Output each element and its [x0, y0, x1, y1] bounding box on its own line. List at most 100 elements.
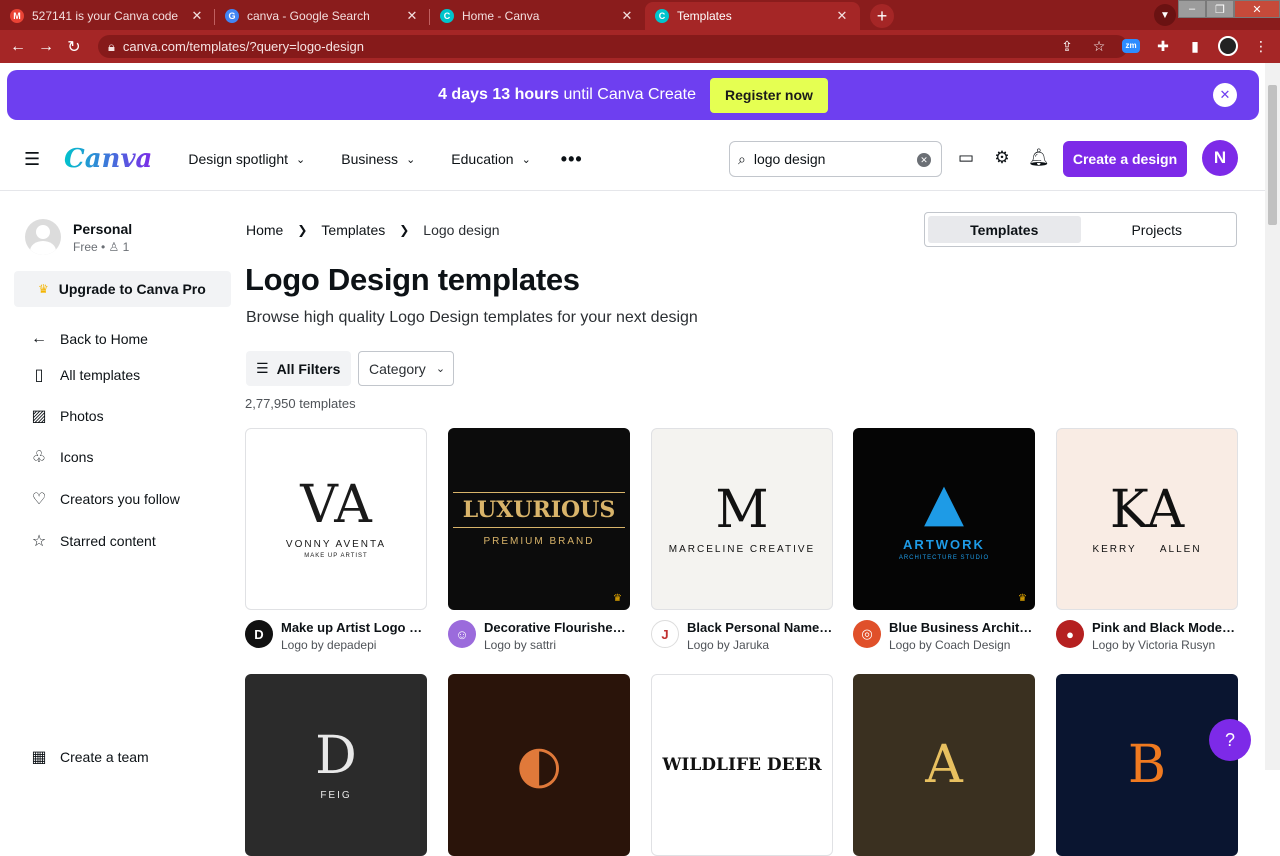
register-now-button[interactable]: Register now: [710, 77, 828, 113]
breadcrumb-templates[interactable]: Templates: [321, 222, 385, 238]
sidebar-item-label: Photos: [60, 408, 104, 424]
template-creator[interactable]: Logo by Jaruka: [687, 638, 833, 652]
nav-design-spotlight[interactable]: Design spotlight ⌄: [188, 151, 305, 167]
more-icon[interactable]: •••: [561, 149, 583, 170]
browser-tab-active[interactable]: C Templates ✕: [645, 2, 860, 30]
sidebar-item-starred[interactable]: ☆ Starred content: [30, 531, 156, 551]
sidebar-item-create-team[interactable]: ▦ Create a team: [30, 747, 148, 767]
template-card[interactable]: VA VONNY AVENTA MAKE UP ARTIST: [245, 428, 427, 610]
sidepanel-icon[interactable]: ▮: [1186, 38, 1204, 55]
page-scrollbar[interactable]: [1265, 63, 1280, 770]
hamburger-menu-icon[interactable]: ☰: [24, 149, 42, 170]
nav-education[interactable]: Education ⌄: [451, 151, 531, 167]
template-title[interactable]: Blue Business Architecture Logo: [889, 620, 1035, 635]
desktop-app-icon[interactable]: ▭: [956, 148, 976, 168]
browser-tab[interactable]: M 527141 is your Canva code - real ✕: [0, 2, 215, 30]
template-meta[interactable]: J Black Personal Name Initials Logo Logo b…: [651, 620, 833, 652]
creator-avatar[interactable]: ◎: [853, 620, 881, 648]
sidebar-item-photos[interactable]: ▨ Photos: [30, 406, 104, 426]
close-icon[interactable]: ✕: [189, 8, 205, 24]
template-card[interactable]: ◐: [448, 674, 630, 856]
template-creator[interactable]: Logo by sattri: [484, 638, 630, 652]
kebab-menu-icon[interactable]: ⋮: [1252, 38, 1270, 55]
close-icon[interactable]: ✕: [619, 8, 635, 24]
chevron-down-icon: ⌄: [435, 363, 446, 375]
bell-icon[interactable]: 🔔︎: [1028, 148, 1050, 168]
canva-logo[interactable]: Canva: [64, 144, 152, 174]
close-icon[interactable]: ✕: [1213, 83, 1237, 107]
creator-avatar[interactable]: D: [245, 620, 273, 648]
close-icon[interactable]: ✕: [404, 8, 420, 24]
back-icon[interactable]: ←: [4, 38, 32, 56]
creator-avatar[interactable]: J: [651, 620, 679, 648]
template-meta[interactable]: ◎ Blue Business Architecture Logo Logo by …: [853, 620, 1035, 652]
browser-tab[interactable]: G canva - Google Search ✕: [215, 2, 430, 30]
category-dropdown[interactable]: Category ⌄: [358, 351, 454, 386]
template-card[interactable]: ▲ ARTWORK ARCHITECTURE STUDIO ♛: [853, 428, 1035, 610]
search-input[interactable]: ⌕ logo design ✕: [729, 141, 942, 177]
upgrade-button[interactable]: ♛ Upgrade to Canva Pro: [14, 271, 231, 307]
url-field[interactable]: 🔒︎ canva.com/templates/?query=logo-desig…: [98, 35, 1128, 58]
gear-icon[interactable]: ⚙: [992, 148, 1012, 168]
restore-icon[interactable]: ❐: [1206, 0, 1234, 18]
template-thumb-main: A: [925, 735, 963, 795]
template-card[interactable]: A: [853, 674, 1035, 856]
profile-avatar-icon[interactable]: [1218, 36, 1238, 56]
upgrade-label: Upgrade to Canva Pro: [58, 281, 206, 297]
browser-tab[interactable]: C Home - Canva ✕: [430, 2, 645, 30]
all-filters-button[interactable]: ☰ All Filters: [246, 351, 351, 386]
help-button[interactable]: ?: [1209, 719, 1251, 761]
account-switcher[interactable]: Personal Free • ♙ 1: [25, 219, 132, 255]
sidebar-item-label: Creators you follow: [60, 491, 180, 507]
nav-business[interactable]: Business ⌄: [341, 151, 415, 167]
creator-avatar[interactable]: ●: [1056, 620, 1084, 648]
template-title[interactable]: Make up Artist Logo Design: [281, 620, 427, 635]
scrollbar-thumb[interactable]: [1268, 85, 1277, 225]
template-meta[interactable]: ☺ Decorative Flourishes Luxurious Logo Log…: [448, 620, 630, 652]
zoom-extension-icon[interactable]: zm: [1122, 39, 1140, 53]
minimize-icon[interactable]: –: [1178, 0, 1206, 18]
forward-icon[interactable]: →: [32, 38, 60, 56]
chevron-right-icon: ❯: [297, 223, 308, 237]
template-creator[interactable]: Logo by Coach Design: [889, 638, 1035, 652]
bookmark-star-icon[interactable]: ☆: [1090, 38, 1108, 55]
extensions-puzzle-icon[interactable]: ✚: [1154, 38, 1172, 55]
template-card[interactable]: LUXURIOUS PREMIUM BRAND ♛: [448, 428, 630, 610]
tab-templates[interactable]: Templates: [928, 216, 1081, 243]
sidebar-item-creators[interactable]: ♡ Creators you follow: [30, 489, 180, 509]
tab-projects[interactable]: Projects: [1081, 216, 1234, 243]
template-title[interactable]: Black Personal Name Initials Logo: [687, 620, 833, 635]
template-title[interactable]: Pink and Black Modern Logo: [1092, 620, 1238, 635]
template-card[interactable]: D FEIG: [245, 674, 427, 856]
close-window-icon[interactable]: ✕: [1234, 0, 1280, 18]
close-icon[interactable]: ✕: [834, 8, 850, 24]
sidebar-item-back-home[interactable]: ← Back to Home: [30, 330, 148, 348]
template-meta[interactable]: ● Pink and Black Modern Logo Logo by Victo…: [1056, 620, 1238, 652]
site-header: ☰ Canva Design spotlight ⌄ Business ⌄ Educ…: [0, 128, 1265, 191]
template-thumb-sub: FEIG: [320, 789, 352, 801]
new-tab-button[interactable]: +: [870, 4, 894, 28]
breadcrumb-home[interactable]: Home: [246, 222, 283, 238]
create-design-button[interactable]: Create a design: [1063, 141, 1187, 177]
template-card[interactable]: KA KERRY ALLEN: [1056, 428, 1238, 610]
template-meta[interactable]: D Make up Artist Logo Design Logo by depad…: [245, 620, 427, 652]
reload-icon[interactable]: ↻: [60, 37, 88, 57]
sidebar-item-icons[interactable]: ♧ Icons: [30, 447, 94, 467]
template-card[interactable]: WILDLIFE DEER: [651, 674, 833, 856]
chevron-down-icon: ⌄: [296, 153, 306, 166]
tab-search-icon[interactable]: ▼: [1154, 4, 1176, 26]
breadcrumb-current: Logo design: [423, 222, 500, 238]
sidebar-item-all-templates[interactable]: ▯ All templates: [30, 365, 141, 385]
template-title[interactable]: Decorative Flourishes Luxurious Logo: [484, 620, 630, 635]
template-card[interactable]: M MARCELINE CREATIVE: [651, 428, 833, 610]
nav-label: Education: [451, 151, 514, 167]
clear-search-icon[interactable]: ✕: [917, 153, 931, 167]
account-avatar: [25, 219, 61, 255]
template-creator[interactable]: Logo by Victoria Rusyn: [1092, 638, 1238, 652]
creator-avatar[interactable]: ☺: [448, 620, 476, 648]
template-creator[interactable]: Logo by depadepi: [281, 638, 427, 652]
share-icon[interactable]: ⇪: [1058, 38, 1076, 55]
sidebar: Personal Free • ♙ 1 ♛ Upgrade to Canva P…: [0, 192, 240, 770]
avatar[interactable]: N: [1202, 140, 1238, 176]
template-card[interactable]: B: [1056, 674, 1238, 856]
